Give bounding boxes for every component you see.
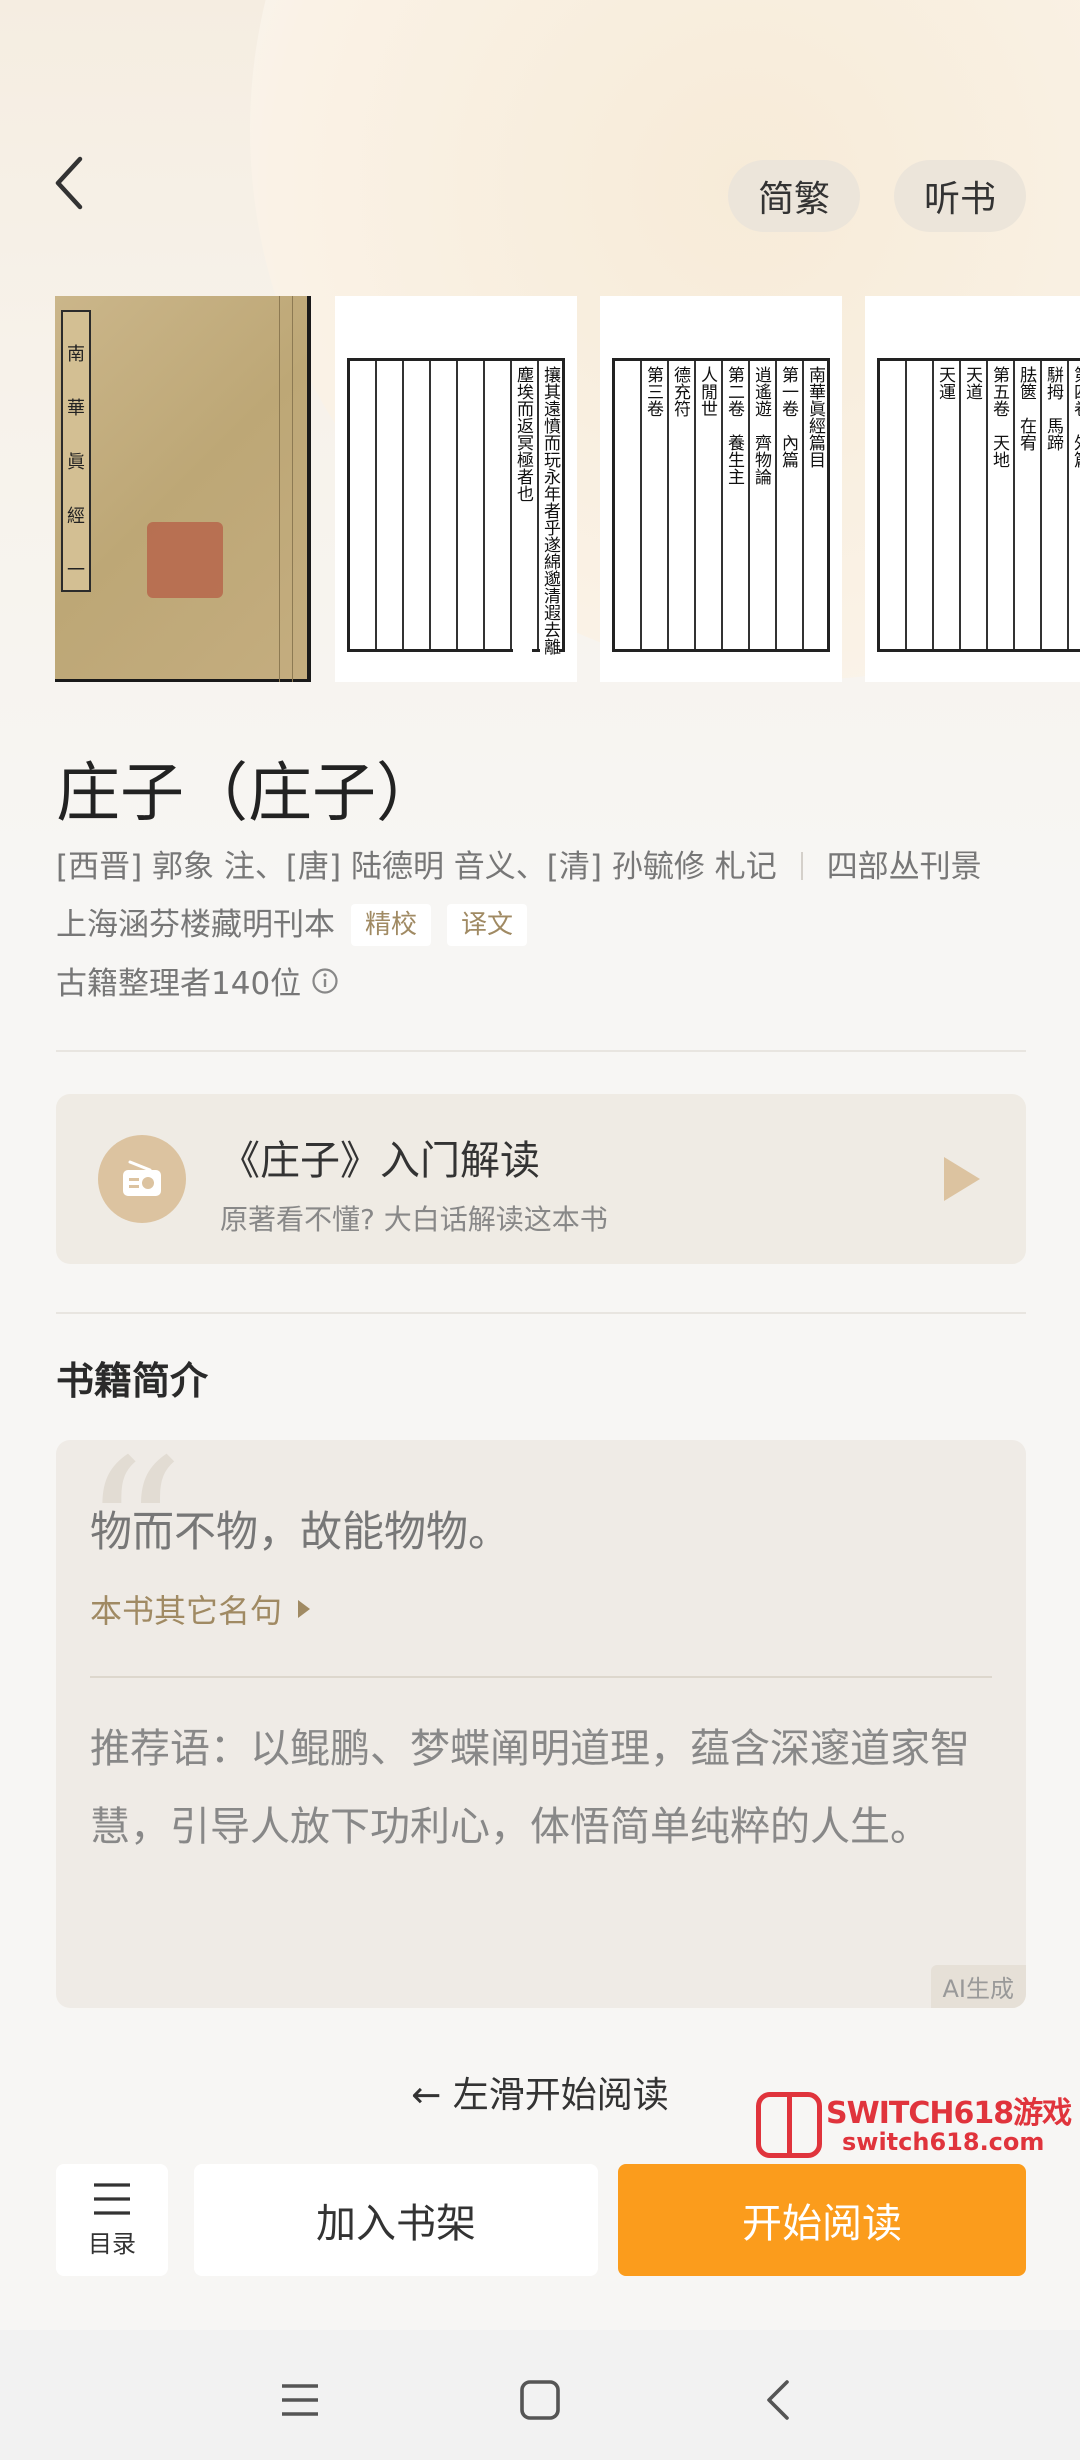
page-text: 天運 (935, 364, 955, 470)
cover-char: 南 (67, 344, 85, 365)
recommendation-text: 推荐语：以鲲鹏、梦蝶阐明道理，蕴含深邃道家智慧，引导人放下功利心，体悟简单纯粹的… (90, 1726, 970, 1850)
page-thumbnail[interactable]: 攘其遠憤而玩永年者乎遂綿邈清遐去離 塵埃而返冥極者也 (335, 296, 577, 682)
intro-reading-card[interactable]: 《庄子》入门解读 原著看不懂? 大白话解读这本书 (56, 1094, 1026, 1264)
ai-generated-badge: AI生成 (930, 1965, 1026, 2008)
divider (90, 1676, 992, 1678)
page-text: 第四卷 外篇 (1070, 364, 1080, 470)
switch-logo-icon (756, 2092, 822, 2158)
proofread-tag: 精校 (351, 904, 432, 946)
page-thumbnail[interactable]: 南華眞經篇目 第一卷 內篇 逍遙遊 齊物論 第二卷 養生主 人閒世 德充符 第三… (600, 296, 842, 682)
toc-button[interactable]: 目录 (56, 2164, 168, 2276)
famous-quote: 物而不物，故能物物。 (90, 1507, 511, 1556)
toc-label: 目录 (88, 2229, 136, 2258)
caret-right-icon (298, 1600, 311, 1618)
page-text: 駢拇 馬蹄 (1043, 364, 1063, 470)
menu-icon (94, 2182, 130, 2215)
radio-icon (98, 1135, 186, 1223)
watermark-url: switch618.com (842, 2128, 1045, 2156)
intro-title: 《庄子》入门解读 (220, 1138, 540, 1184)
menu-icon[interactable] (270, 2370, 330, 2430)
start-reading-button[interactable]: 开始阅读 (618, 2164, 1026, 2276)
more-quotes-label: 本书其它名句 (90, 1592, 283, 1630)
editors-text: 古籍整理者140位 (56, 966, 302, 1002)
book-title: 庄子（庄子） (56, 757, 440, 831)
watermark-brand: SWITCH618游戏 (826, 2096, 1072, 2131)
intro-subtitle: 原著看不懂? 大白话解读这本书 (220, 1203, 608, 1236)
synopsis-card: “ 物而不物，故能物物。 本书其它名句 推荐语：以鲲鹏、梦蝶阐明道理，蕴含深邃道… (56, 1440, 1026, 2008)
editors-info[interactable]: 古籍整理者140位 (56, 958, 339, 1003)
page-text: 胠篋 在宥 (1016, 364, 1036, 470)
back-button[interactable] (52, 148, 112, 218)
listen-button[interactable]: 听书 (894, 160, 1026, 232)
separator (800, 852, 803, 880)
book-authors: [西晋] 郭象 注、[唐] 陆德明 音义、[清] 孙毓修 札记 四部丛刊景 上海涵… (56, 838, 1036, 954)
divider (56, 1312, 1026, 1314)
more-quotes-link[interactable]: 本书其它名句 (90, 1586, 312, 1632)
page-text: 第五卷 天地 (989, 364, 1009, 470)
home-icon[interactable] (510, 2370, 570, 2430)
info-icon[interactable] (311, 967, 339, 995)
system-nav-bar (0, 2330, 1080, 2460)
page-text: 天道 (962, 364, 982, 470)
chevron-left-icon (55, 156, 83, 210)
simplified-traditional-button[interactable]: 简繁 (728, 160, 860, 232)
book-image-gallery[interactable]: 南 華 眞 經 一 攘其遠憤而玩永年者乎遂綿邈清遐去離 塵埃而返冥極者也 南華眞… (55, 296, 1080, 682)
play-icon[interactable] (942, 1155, 982, 1207)
synopsis-heading: 书籍简介 (56, 1359, 209, 1403)
watermark: SWITCH618游戏 switch618.com (756, 2086, 1076, 2166)
translation-tag: 译文 (447, 904, 528, 946)
back-icon[interactable] (748, 2370, 808, 2430)
add-to-shelf-button[interactable]: 加入书架 (194, 2164, 598, 2276)
page-thumbnail[interactable]: 第四卷 外篇 駢拇 馬蹄 胠篋 在宥 第五卷 天地 天道 天運 (865, 296, 1080, 682)
divider (56, 1050, 1026, 1052)
edition-text-cont: 上海涵芬楼藏明刊本 (56, 907, 335, 943)
authors-text: [西晋] 郭象 注、[唐] 陆德明 音义、[清] 孙毓修 札记 (56, 849, 777, 885)
edition-text: 四部丛刊景 (826, 849, 982, 885)
